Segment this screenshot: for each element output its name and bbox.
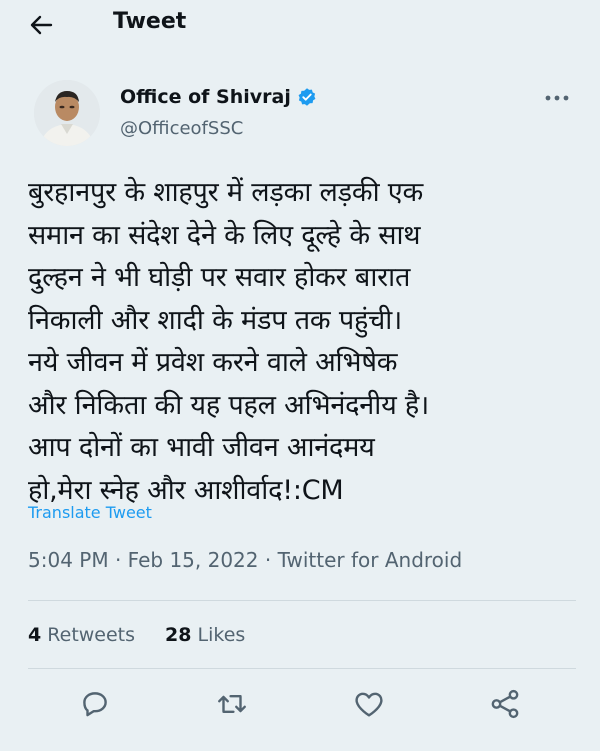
more-options-icon[interactable] [541,88,573,108]
likes-stat[interactable]: 28 Likes [165,624,245,646]
tweet-line: निकाली और शादी के मंडप तक पहुंची। [28,304,403,336]
back-arrow-icon[interactable] [28,12,54,38]
author-name[interactable]: Office of Shivraj [120,86,291,108]
share-icon[interactable] [488,687,522,721]
retweet-icon[interactable] [215,687,249,721]
like-icon[interactable] [352,687,386,721]
author-handle[interactable]: @OfficeofSSC [120,118,243,139]
meta-separator: · [258,548,278,572]
retweets-count: 4 [28,624,42,646]
retweets-stat[interactable]: 4 Retweets [28,624,135,646]
likes-count: 28 [165,624,192,646]
verified-badge-icon [298,88,316,106]
tweet-time[interactable]: 5:04 PM [28,548,109,572]
retweets-label: Retweets [47,624,136,646]
page-title: Tweet [113,9,187,34]
divider [28,668,576,669]
translate-tweet-link[interactable]: Translate Tweet [28,503,152,522]
tweet-meta: 5:04 PM · Feb 15, 2022 · Twitter for And… [28,548,462,572]
tweet-line: दुल्हन ने भी घोड़ी पर सवार होकर बारात [28,262,411,293]
tweet-date[interactable]: Feb 15, 2022 [128,548,259,572]
reply-icon[interactable] [78,687,112,721]
tweet-line: समान का संदेश देने के लिए दूल्हे के साथ [28,219,421,251]
likes-label: Likes [197,624,246,646]
top-bar: Tweet [0,0,600,52]
action-bar [0,687,600,727]
tweet-line: नये जीवन में प्रवेश करने वाले अभिषेक [28,347,398,378]
divider [28,600,576,601]
tweet-line: और निकिता की यह पहल अभिनंदनीय है। [28,389,430,421]
author-name-row[interactable]: Office of Shivraj [120,86,317,108]
meta-separator: · [108,548,128,572]
tweet-line: बुरहानपुर के शाहपुर में लड़का लड़की एक [28,177,424,208]
tweet-source: Twitter for Android [277,548,463,572]
tweet-text: बुरहानपुर के शाहपुर में लड़का लड़की एक स… [28,172,576,512]
avatar[interactable] [34,80,100,146]
tweet-line: आप दोनों का भावी जीवन आनंदमय [28,432,375,463]
tweet-stats: 4 Retweets 28 Likes [28,624,245,646]
